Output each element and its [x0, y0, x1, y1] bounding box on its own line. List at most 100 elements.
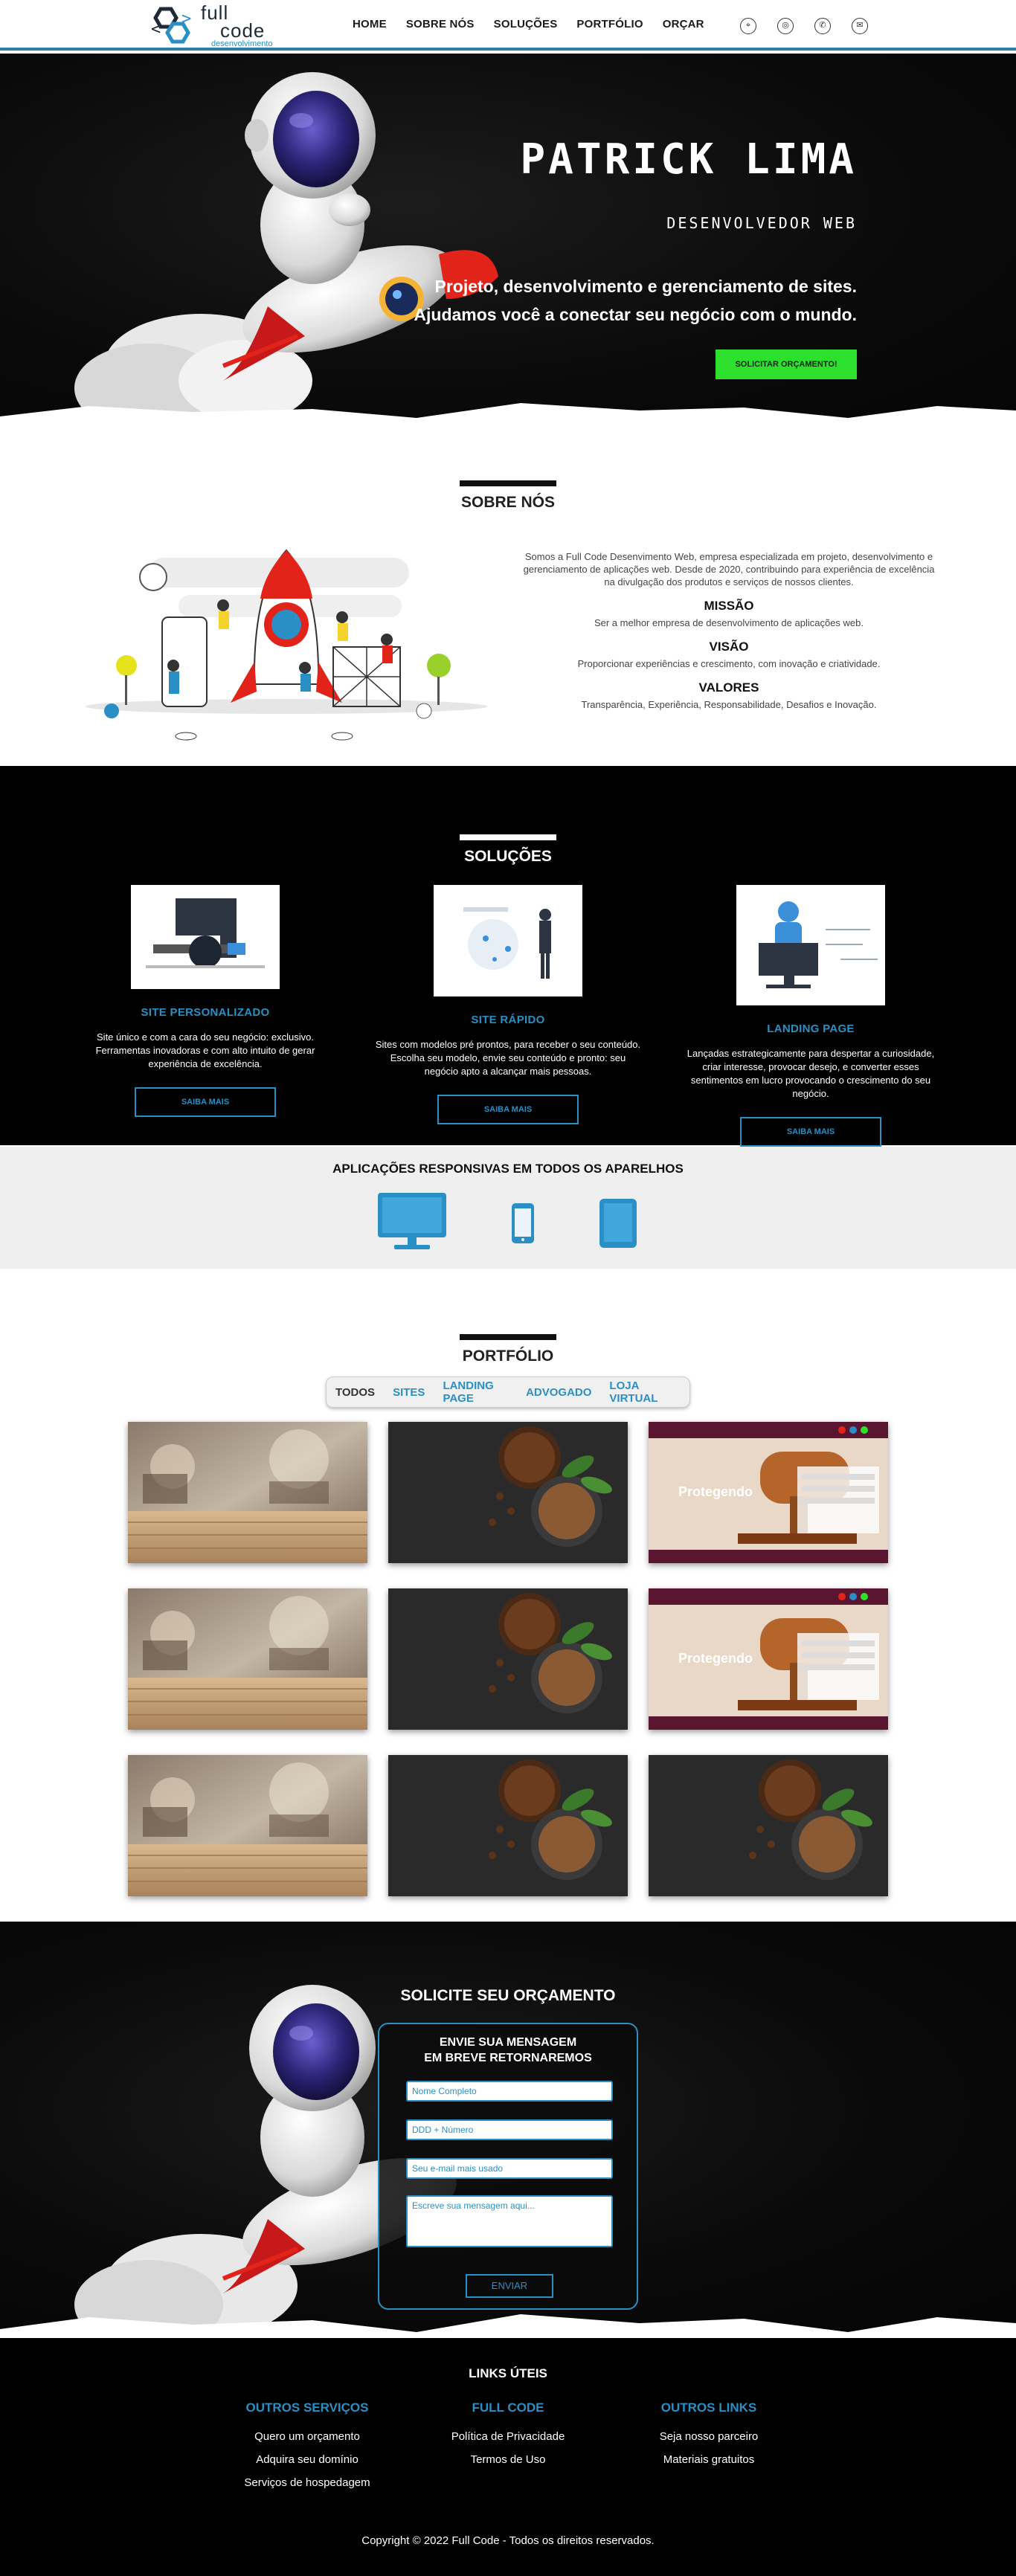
hero-section: PATRICK LIMA DESENVOLVEDOR WEB Projeto, …: [0, 54, 1016, 425]
message-textarea[interactable]: Escreve sua mensagem aqui...: [406, 2195, 613, 2247]
visao-text: Proporcionar experiências e crescimento,…: [577, 658, 881, 669]
responsive-section: APLICAÇÕES RESPONSIVAS EM TODOS OS APARE…: [0, 1147, 1016, 1269]
sobre-title: SOBRE NÓS: [0, 480, 1016, 512]
portfolio-title: PORTFÓLIO: [0, 1334, 1016, 1365]
hero-bottom-wave: [0, 403, 1016, 425]
logo-word-code: code: [220, 19, 266, 42]
filter-landing-page[interactable]: LANDING PAGE: [443, 1379, 508, 1405]
solucoes-title: SOLUÇÕES: [0, 834, 1016, 866]
quote-form: ENVIE SUA MENSAGEM EM BREVE RETORNAREMOS …: [378, 2023, 638, 2310]
footer-link[interactable]: Termos de Uso: [411, 2453, 605, 2466]
footer-link[interactable]: Materiais gratuitos: [612, 2453, 806, 2466]
form-title-line-1: ENVIE SUA MENSAGEM: [439, 2036, 577, 2049]
main-nav: HOME SOBRE NÓS SOLUÇÕES PORTFÓLIO ORÇAR: [353, 18, 724, 34]
footer-col-title: OUTROS LINKS: [660, 2400, 757, 2415]
footer-title: LINKS ÚTEIS: [469, 2366, 547, 2380]
portfolio-item-cafe[interactable]: [128, 1422, 367, 1563]
landing-page-illustration: [736, 885, 885, 1005]
footer-link[interactable]: Política de Privacidade: [411, 2430, 605, 2443]
filter-loja-virtual[interactable]: LOJA VIRTUAL: [609, 1379, 672, 1405]
footer-link[interactable]: Adquira seu domínio: [210, 2453, 404, 2466]
sobre-text: Somos a Full Code Desenvimento Web, empr…: [521, 550, 937, 711]
tablet-icon: [599, 1199, 637, 1248]
title-bar: [460, 480, 556, 486]
sobre-title-text: SOBRE NÓS: [460, 494, 556, 511]
filter-todos[interactable]: TODOS: [335, 1386, 375, 1399]
nav-home[interactable]: HOME: [353, 18, 387, 34]
title-bar: [460, 834, 556, 840]
visao-title: VISÃO: [709, 640, 749, 654]
portfolio-item-cafe[interactable]: [128, 1588, 367, 1730]
send-button[interactable]: ENVIAR: [466, 2274, 553, 2298]
contato-title: SOLICITE SEU ORÇAMENTO: [400, 1987, 616, 2004]
hero-line-2: Ajudamos você a conectar seu negócio com…: [414, 305, 857, 324]
nav-sobre[interactable]: SOBRE NÓS: [406, 18, 475, 34]
portfolio-item-coffee[interactable]: [388, 1422, 628, 1563]
svg-text:<: <: [151, 20, 161, 39]
astronaut-rocket-illustration: [74, 72, 498, 425]
footer-link[interactable]: Serviços de hospedagem: [210, 2476, 404, 2489]
whatsapp-icon[interactable]: ✆: [814, 18, 831, 34]
portfolio-item-coffee[interactable]: [388, 1755, 628, 1896]
solucoes-section: SOLUÇÕES SITE PERSONALIZADO Site único e…: [0, 766, 1016, 1147]
svg-text:>: >: [181, 10, 191, 28]
hero-title: PATRICK LIMA: [520, 135, 857, 184]
solution-text: Site único e com a cara do seu negócio: …: [95, 1031, 315, 1069]
portfolio-item-coffee[interactable]: [649, 1755, 888, 1896]
name-input[interactable]: Nome Completo: [406, 2081, 613, 2102]
valores-text: Transparência, Experiência, Responsabili…: [581, 699, 877, 710]
logo-tagline: desenvolvimento: [211, 39, 273, 48]
request-quote-button[interactable]: SOLICITAR ORÇAMENTO!: [716, 350, 857, 379]
filter-advogado[interactable]: ADVOGADO: [526, 1386, 591, 1399]
team-rocket-illustration: [86, 549, 487, 741]
saiba-mais-button[interactable]: SAIBA MAIS: [135, 1087, 276, 1117]
phone-input[interactable]: DDD + Número: [406, 2119, 613, 2140]
location-icon[interactable]: ⌖: [740, 18, 756, 34]
contato-section: SOLICITE SEU ORÇAMENTO ENVIE SUA MENSAGE…: [0, 1922, 1016, 2338]
filter-sites[interactable]: SITES: [393, 1386, 425, 1399]
portfolio-title-text: PORTFÓLIO: [462, 1347, 554, 1365]
footer-col-fullcode: FULL CODE Política de Privacidade Termos…: [411, 2400, 605, 2476]
mail-icon[interactable]: ✉: [852, 18, 868, 34]
footer-link[interactable]: Quero um orçamento: [210, 2430, 404, 2443]
footer-link[interactable]: Seja nosso parceiro: [612, 2430, 806, 2443]
copyright: Copyright © 2022 Full Code - Todos os di…: [361, 2534, 655, 2547]
solution-title: SITE RÁPIDO: [471, 1014, 545, 1026]
form-title-line-2: EM BREVE RETORNAREMOS: [424, 2052, 592, 2064]
law-heading: Protegendo: [678, 1484, 753, 1499]
footer-col-title: OUTROS SERVIÇOS: [245, 2400, 369, 2415]
solution-title: SITE PERSONALIZADO: [141, 1006, 270, 1019]
valores-title: VALORES: [698, 680, 759, 695]
nav-orcar[interactable]: ORÇAR: [663, 18, 704, 34]
solucoes-title-text: SOLUÇÕES: [464, 848, 552, 865]
smartphone-icon: [512, 1203, 534, 1243]
instagram-icon[interactable]: ◎: [777, 18, 794, 34]
footer-col-outros: OUTROS LINKS Seja nosso parceiro Materia…: [612, 2400, 806, 2476]
title-bar: [460, 1334, 556, 1340]
portfolio-filters: TODOS SITES LANDING PAGE ADVOGADO LOJA V…: [326, 1376, 690, 1408]
saiba-mais-button[interactable]: SAIBA MAIS: [740, 1117, 881, 1147]
nav-solucoes[interactable]: SOLUÇÕES: [494, 18, 558, 34]
portfolio-item-law[interactable]: Protegendo: [649, 1422, 888, 1563]
logo-mark-icon: < >: [151, 7, 191, 44]
desktop-icon: [378, 1193, 446, 1249]
solution-title: LANDING PAGE: [767, 1023, 855, 1035]
site-header: < > full code desenvolvimento HOME SOBRE…: [0, 0, 1016, 51]
full-code-logo[interactable]: < > full code desenvolvimento: [149, 3, 290, 48]
solution-card-rapido: SITE RÁPIDO Sites com modelos pré pronto…: [367, 885, 649, 1124]
nav-portfolio[interactable]: PORTFÓLIO: [576, 18, 643, 34]
saiba-mais-button[interactable]: SAIBA MAIS: [437, 1095, 579, 1124]
missao-title: MISSÃO: [704, 599, 754, 613]
hero-line-1: Projeto, desenvolvimento e gerenciamento…: [434, 277, 857, 296]
portfolio-item-law[interactable]: Protegendo: [649, 1588, 888, 1730]
hero-subtitle: DESENVOLVEDOR WEB: [666, 214, 857, 232]
portfolio-item-cafe[interactable]: [128, 1755, 367, 1896]
solution-card-landing: LANDING PAGE Lançadas estrategicamente p…: [669, 885, 952, 1147]
solution-text: Lançadas estrategicamente para despertar…: [687, 1048, 935, 1099]
missao-text: Ser a melhor empresa de desenvolvimento …: [594, 617, 864, 628]
site-footer: LINKS ÚTEIS OUTROS SERVIÇOS Quero um orç…: [0, 2338, 1016, 2576]
developer-desk-illustration: [131, 885, 280, 989]
portfolio-item-coffee[interactable]: [388, 1588, 628, 1730]
email-input[interactable]: Seu e-mail mais usado: [406, 2158, 613, 2179]
solution-card-personalizado: SITE PERSONALIZADO Site único e com a ca…: [64, 885, 347, 1117]
